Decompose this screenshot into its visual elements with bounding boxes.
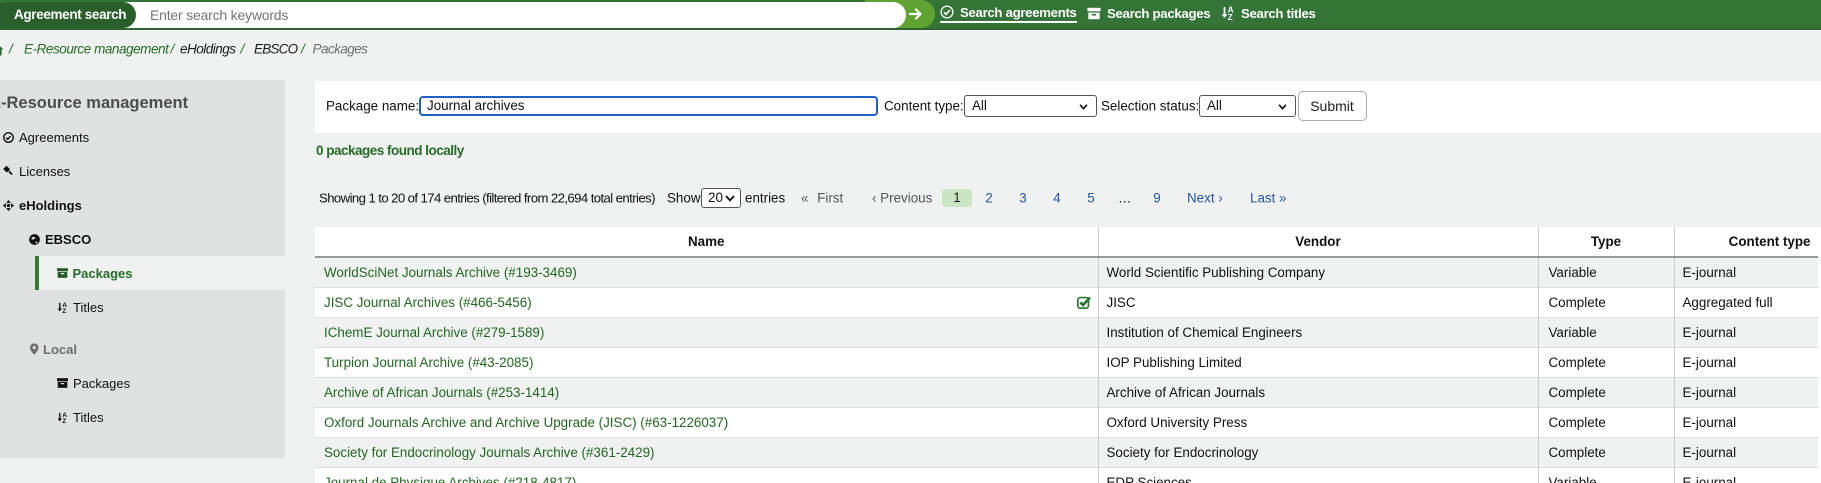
svg-text:Z: Z [62, 418, 66, 424]
svg-text:Z: Z [62, 308, 66, 314]
svg-text:Z: Z [1228, 12, 1233, 20]
